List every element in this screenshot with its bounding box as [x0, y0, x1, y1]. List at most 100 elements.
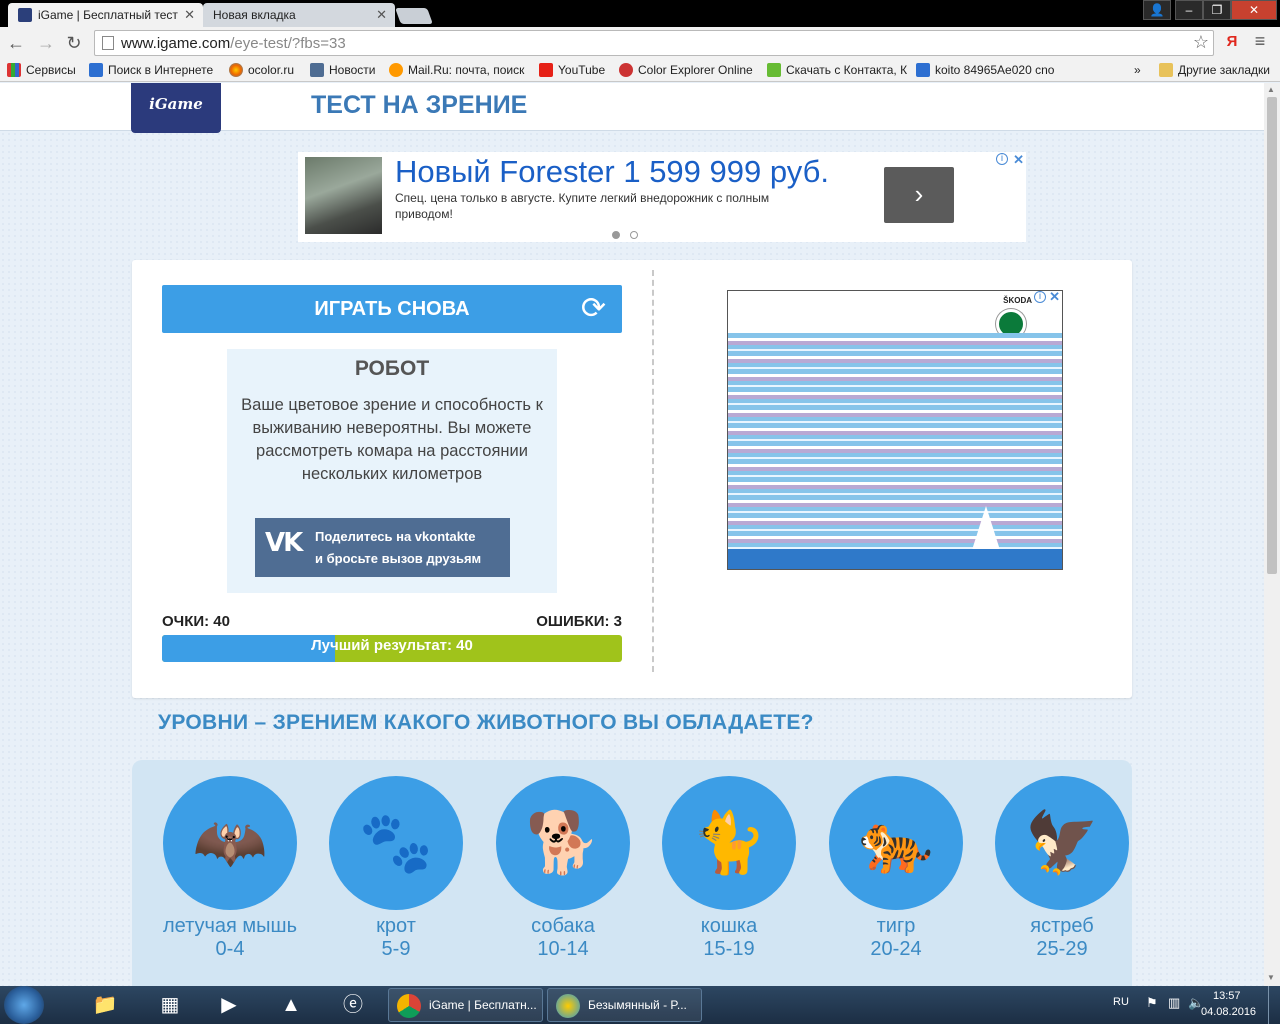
igame-favicon-icon	[18, 8, 32, 22]
igame-logo[interactable]: iGame	[131, 83, 221, 133]
result-card: ИГРАТЬ СНОВА ⟳ РОБОТ Ваше цветовое зрени…	[132, 260, 1132, 698]
bookmark-label: Mail.Ru: почта, поиск	[408, 63, 525, 77]
level-cat: 🐈 кошка 15-19	[649, 776, 809, 961]
start-button[interactable]	[4, 986, 44, 1024]
level-range: 25-29	[1036, 938, 1088, 960]
folder-icon	[1159, 63, 1173, 77]
hawk-icon: 🦅	[995, 776, 1129, 910]
search-icon	[916, 63, 930, 77]
clock-time[interactable]: 13:57	[1213, 990, 1241, 1002]
bookmarks-overflow[interactable]: »	[1134, 63, 1141, 77]
internet-explorer-icon[interactable]: ⓔ	[328, 989, 378, 1021]
close-ad-icon[interactable]: ✕	[1049, 291, 1060, 305]
menu-icon[interactable]: ≡	[1250, 31, 1270, 53]
yandex-icon[interactable]: Я	[1222, 33, 1242, 53]
site-header: iGame ТЕСТ НА ЗРЕНИЕ	[0, 83, 1264, 133]
file-explorer-icon[interactable]: 📁	[80, 989, 130, 1021]
youtube-icon	[539, 63, 553, 77]
level-hawk: 🦅 ястреб 25-29	[982, 776, 1142, 961]
page-scrollbar[interactable]: ▲ ▼	[1264, 83, 1280, 986]
close-tab-icon[interactable]: ✕	[184, 7, 195, 23]
maximize-button[interactable]: ❐	[1203, 0, 1231, 20]
scroll-down-icon[interactable]: ▼	[1267, 973, 1275, 982]
level-name: летучая мышь	[162, 915, 298, 937]
download-icon	[767, 63, 781, 77]
windows-taskbar: 📁 ▦ ▶ ▲ ⓔ iGame | Бесплатн... Безымянный…	[0, 986, 1280, 1024]
share-line-2: и бросьте вызов друзьям	[315, 551, 482, 566]
vk-share-button[interactable]: VK Поделитесь на vkontakte и бросьте выз…	[255, 518, 510, 577]
result-description: Ваше цветовое зрение и способность к выж…	[241, 396, 543, 483]
ad-headline[interactable]: Новый Forester 1 599 999 руб.	[395, 154, 829, 190]
level-mole: 🐾 крот 5-9	[316, 776, 476, 961]
bookmark-vk-download[interactable]: Скачать с Контакта, К	[767, 63, 907, 77]
level-name: собака	[531, 915, 595, 937]
dog-icon: 🐕	[496, 776, 630, 910]
clock-date[interactable]: 04.08.2016	[1201, 1006, 1256, 1018]
scrollbar-thumb[interactable]	[1267, 97, 1277, 574]
app-icon[interactable]: ▦	[145, 989, 195, 1021]
browser-toolbar: ← → ↻ www.igame.com/eye-test/?fbs=33 ☆ Я…	[0, 27, 1280, 60]
bookmark-color-explorer[interactable]: Color Explorer Online	[619, 63, 753, 77]
tiger-icon: 🐅	[829, 776, 963, 910]
ad-banner-top[interactable]: Новый Forester 1 599 999 руб. Спец. цена…	[298, 152, 1026, 242]
scroll-up-icon[interactable]: ▲	[1267, 85, 1275, 94]
bookmark-mailru[interactable]: Mail.Ru: почта, поиск	[389, 63, 529, 77]
bookmark-label: Другие закладки	[1178, 63, 1270, 77]
bookmark-label: Сервисы	[26, 63, 76, 77]
task-title: Безымянный - P...	[588, 998, 687, 1012]
bookmark-label: Новости	[329, 63, 376, 77]
close-window-button[interactable]: ✕	[1231, 0, 1277, 20]
bookmark-services[interactable]: Сервисы	[7, 63, 76, 77]
network-icon[interactable]: ▥	[1168, 995, 1180, 1011]
share-line-1: Поделитесь на vkontakte	[315, 529, 476, 544]
bookmark-youtube[interactable]: YouTube	[539, 63, 605, 77]
taskbar-paint-task[interactable]: Безымянный - P...	[547, 988, 702, 1022]
back-arrow-icon[interactable]: ←	[4, 32, 28, 54]
forward-arrow-icon[interactable]: →	[34, 32, 58, 54]
ad-striped-background	[728, 333, 1062, 553]
apps-grid-icon	[7, 63, 21, 77]
ad-arrow-button[interactable]: ›	[884, 167, 954, 223]
show-desktop-button[interactable]	[1268, 986, 1280, 1024]
adchoices-icon[interactable]: i	[996, 153, 1008, 165]
bat-icon: 🦇	[163, 776, 297, 910]
bookmark-search[interactable]: Поиск в Интернете	[89, 63, 213, 77]
levels-list: 🦇 летучая мышь 0-4 🐾 крот 5-9 🐕 собака 1…	[132, 760, 1132, 986]
taskbar-chrome-task[interactable]: iGame | Бесплатн...	[388, 988, 543, 1022]
level-bat: 🦇 летучая мышь 0-4	[150, 776, 310, 961]
adchoices-icon[interactable]: i	[1034, 291, 1046, 303]
pager-dot[interactable]	[612, 231, 620, 239]
bookmark-label: ocolor.ru	[248, 63, 295, 77]
close-ad-icon[interactable]: ✕	[1013, 152, 1024, 168]
pager-dot[interactable]	[630, 231, 638, 239]
ad-banner-skoda[interactable]: ŠKODA i ✕	[727, 290, 1063, 570]
media-player-icon[interactable]: ▶	[204, 989, 254, 1021]
user-icon[interactable]: 👤	[1143, 0, 1171, 20]
action-center-flag-icon[interactable]: ⚑	[1146, 995, 1158, 1011]
tree-app-icon[interactable]: ▲	[266, 989, 316, 1021]
cat-icon: 🐈	[662, 776, 796, 910]
bookmark-ocolor[interactable]: ocolor.ru	[229, 63, 294, 77]
level-range: 20-24	[870, 938, 922, 960]
other-bookmarks[interactable]: Другие закладки	[1159, 63, 1270, 77]
score-label: ОЧКИ: 40	[162, 613, 230, 630]
minimize-button[interactable]: ‒	[1175, 0, 1203, 20]
result-box: РОБОТ Ваше цветовое зрение и способность…	[227, 349, 557, 593]
bookmark-news[interactable]: Новости	[310, 63, 375, 77]
bookmark-star-icon[interactable]: ☆	[1193, 32, 1209, 53]
address-bar[interactable]: www.igame.com/eye-test/?fbs=33 ☆	[94, 30, 1214, 56]
new-tab-button[interactable]	[395, 8, 433, 24]
reload-icon[interactable]: ↻	[62, 32, 86, 54]
levels-heading: УРОВНИ – ЗРЕНИЕМ КАКОГО ЖИВОТНОГО ВЫ ОБЛ…	[158, 711, 814, 734]
play-again-button[interactable]: ИГРАТЬ СНОВА ⟳	[162, 285, 622, 333]
bookmark-koito[interactable]: koito 84965Ae020 cno	[916, 63, 1056, 77]
sailboat-icon	[972, 506, 1000, 550]
errors-label: ОШИБКИ: 3	[536, 613, 622, 630]
level-range: 10-14	[537, 938, 589, 960]
tab-new-tab[interactable]: Новая вкладка ✕	[203, 3, 395, 27]
tab-igame[interactable]: iGame | Бесплатный тест ✕	[8, 3, 203, 27]
language-indicator[interactable]: RU	[1113, 996, 1129, 1008]
paint-icon	[556, 994, 580, 1018]
ad-text: Спец. цена только в августе. Купите легк…	[395, 191, 770, 221]
close-tab-icon[interactable]: ✕	[376, 7, 387, 23]
